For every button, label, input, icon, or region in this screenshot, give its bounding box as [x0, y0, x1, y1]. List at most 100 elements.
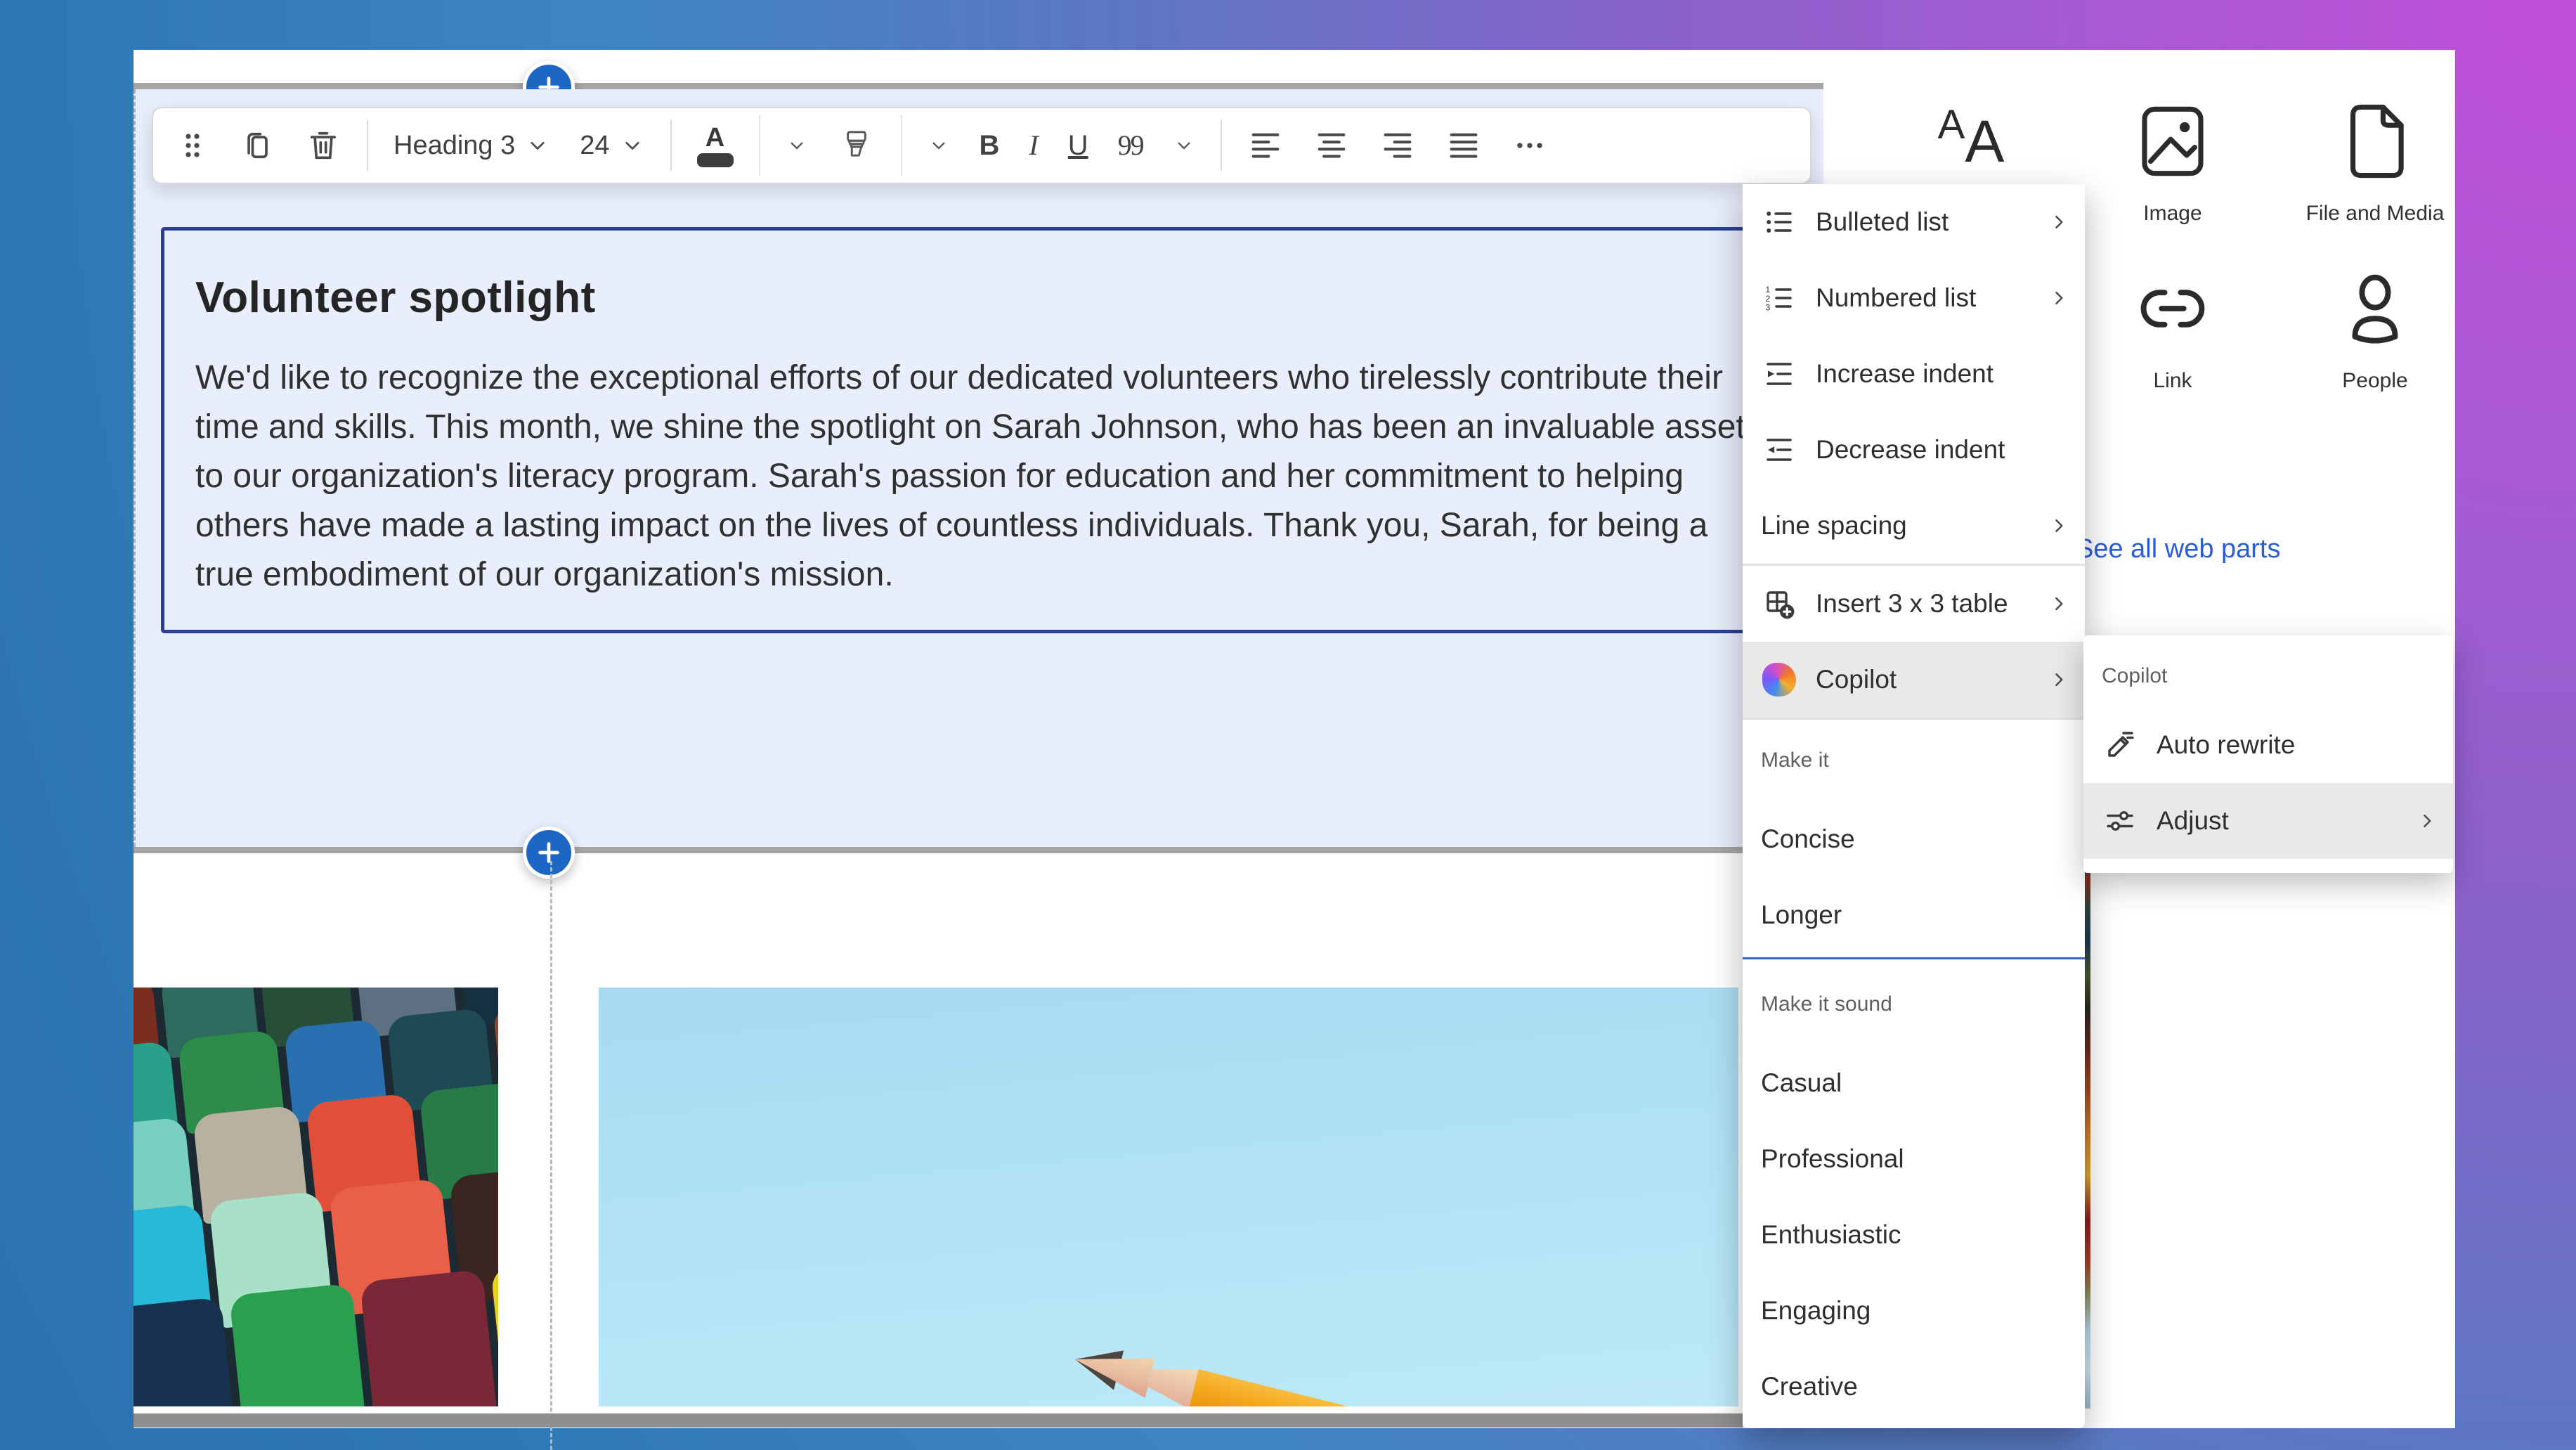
webpart-tile-image[interactable]: Image [2088, 99, 2257, 226]
italic-button[interactable]: I [1024, 127, 1042, 164]
text-style-value: Heading 3 [393, 131, 515, 161]
duplicate-button[interactable] [235, 123, 280, 168]
section-top-rule [134, 83, 1823, 89]
text-webpart-icon: AA [1938, 99, 2005, 183]
section-bottom-rule [134, 847, 1823, 853]
font-size-dropdown[interactable]: 24 [575, 127, 649, 165]
section-paragraph: We'd like to recognize the exceptional e… [195, 354, 1748, 600]
see-all-webparts-link[interactable]: See all web parts [2071, 533, 2285, 565]
menu-item-bulleted-list[interactable]: Bulleted list [1743, 184, 2085, 260]
webpart-tile-file-media[interactable]: File and Media [2291, 99, 2459, 226]
font-color-button[interactable]: A [693, 120, 738, 171]
menu-item-copilot[interactable]: Copilot [1743, 642, 2085, 718]
chevron-right-icon [2047, 210, 2071, 234]
text-webpart-selected[interactable]: Volunteer spotlight We'd like to recogni… [161, 227, 1814, 633]
submenu-item-label: Adjust [2157, 806, 2229, 836]
menu-item-casual[interactable]: Casual [1743, 1045, 2085, 1121]
people-webpart-icon [2333, 266, 2417, 351]
menu-header-make-it-sound: Make it sound [1743, 964, 2085, 1045]
italic-label: I [1029, 131, 1038, 160]
menu-item-label: Engaging [1761, 1296, 1871, 1326]
text-context-menu: Bulleted list 123 Numbered list Increase… [1743, 184, 2085, 1428]
justify-button[interactable] [1441, 123, 1486, 168]
underline-button[interactable]: U [1064, 127, 1093, 164]
highlight-dropdown[interactable] [923, 130, 954, 161]
ellipsis-icon [1511, 127, 1548, 164]
font-color-dropdown[interactable] [781, 130, 812, 161]
bold-label: B [980, 131, 1000, 160]
menu-item-label: Decrease indent [1816, 435, 2005, 465]
increase-indent-icon [1761, 356, 1797, 392]
align-right-button[interactable] [1375, 123, 1420, 168]
menu-header-make-it: Make it [1743, 720, 2085, 801]
submenu-item-auto-rewrite[interactable]: Auto rewrite [2083, 707, 2453, 783]
menu-item-label: Numbered list [1816, 283, 1976, 313]
chevron-right-icon [2047, 286, 2071, 310]
chairs-image-pattern [134, 988, 498, 1406]
toolbar-separator [670, 120, 672, 171]
menu-item-label: Copilot [1816, 665, 1897, 694]
menu-item-line-spacing[interactable]: Line spacing [1743, 488, 2085, 564]
align-left-button[interactable] [1243, 123, 1288, 168]
menu-item-creative[interactable]: Creative [1743, 1349, 2085, 1425]
menu-item-insert-table[interactable]: Insert 3 x 3 table [1743, 566, 2085, 642]
file-media-webpart-icon [2333, 99, 2417, 183]
toolbar-separator [901, 115, 902, 176]
chevron-right-icon [2047, 514, 2071, 538]
pencil-graphic [1070, 1340, 1503, 1406]
adjust-icon [2102, 803, 2138, 839]
webpart-label: Image [2143, 202, 2201, 226]
delete-button[interactable] [301, 123, 346, 168]
menu-item-label: Increase indent [1816, 359, 1993, 389]
text-style-dropdown[interactable]: Heading 3 [389, 127, 554, 165]
quote-button[interactable]: 99 [1114, 127, 1147, 164]
chevron-down-icon [1173, 134, 1195, 157]
menu-item-professional[interactable]: Professional [1743, 1121, 2085, 1197]
copilot-icon [1761, 661, 1797, 698]
format-toolbar: Heading 3 24 A B [152, 107, 1811, 184]
quote-label: 99 [1118, 131, 1143, 160]
menu-item-label: Enthusiastic [1761, 1220, 1901, 1250]
menu-item-increase-indent[interactable]: Increase indent [1743, 336, 2085, 412]
menu-item-numbered-list[interactable]: 123 Numbered list [1743, 260, 2085, 336]
selected-section: Volunteer spotlight We'd like to recogni… [134, 89, 1823, 847]
menu-item-decrease-indent[interactable]: Decrease indent [1743, 412, 2085, 488]
highlighter-icon [838, 127, 876, 164]
hidden-image-sliver [2084, 853, 2090, 1409]
column-divider [550, 861, 552, 1450]
copilot-submenu: Copilot Auto rewrite Adjust [2083, 635, 2453, 873]
highlight-button[interactable] [833, 122, 880, 169]
webpart-label: People [2342, 369, 2407, 393]
align-center-button[interactable] [1309, 123, 1354, 168]
pencil-image[interactable] [599, 988, 1738, 1406]
toolbar-separator [367, 120, 368, 171]
submenu-item-adjust[interactable]: Adjust [2083, 783, 2453, 859]
font-color-icon: A [697, 124, 734, 167]
chevron-down-icon [928, 134, 950, 157]
more-options-button[interactable] [1507, 123, 1552, 168]
chairs-image[interactable] [134, 988, 498, 1406]
toolbar-separator [759, 115, 760, 176]
image-webpart-icon [2131, 99, 2215, 183]
drag-handle[interactable] [171, 124, 214, 167]
align-right-icon [1379, 127, 1416, 164]
webpart-tile-link[interactable]: Link [2088, 266, 2257, 393]
menu-item-label: Insert 3 x 3 table [1816, 589, 2008, 619]
text-options-dropdown[interactable] [1169, 130, 1199, 161]
horizontal-scrollbar[interactable] [134, 1413, 1743, 1428]
menu-item-longer[interactable]: Longer [1743, 877, 2085, 953]
section-heading: Volunteer spotlight [195, 273, 1810, 323]
menu-item-label: Longer [1761, 900, 1842, 930]
underline-label: U [1068, 131, 1088, 160]
menu-item-engaging[interactable]: Engaging [1743, 1273, 2085, 1349]
numbered-list-icon: 123 [1761, 280, 1797, 316]
add-section-button-bottom[interactable] [523, 827, 575, 879]
bold-button[interactable]: B [975, 127, 1004, 164]
menu-item-concise[interactable]: Concise [1743, 801, 2085, 877]
menu-item-enthusiastic[interactable]: Enthusiastic [1743, 1197, 2085, 1273]
justify-icon [1445, 127, 1482, 164]
menu-item-label: Casual [1761, 1068, 1842, 1098]
webpart-tile-people[interactable]: People [2291, 266, 2459, 393]
svg-text:3: 3 [1765, 303, 1770, 313]
insert-table-icon [1761, 585, 1797, 622]
